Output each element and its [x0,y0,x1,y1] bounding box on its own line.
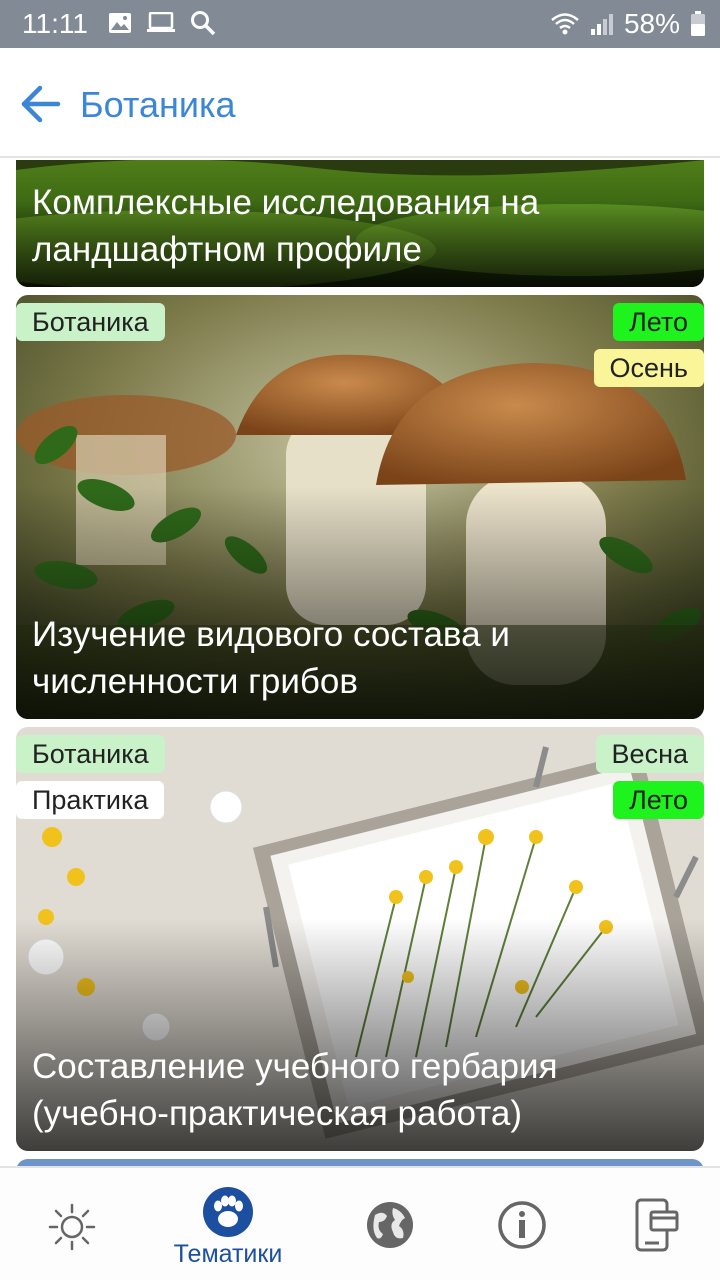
season-tag-summer: Лето [613,781,704,819]
topic-card-landscape[interactable]: Комплексные исследования на ландшафтном … [16,160,704,287]
nav-topics-label: Тематики [173,1240,283,1268]
season-tag-spring: Весна [595,735,704,773]
back-arrow-icon[interactable] [20,84,62,124]
phone-card-icon [635,1198,679,1252]
topic-card-next[interactable] [16,1159,704,1166]
status-notifications [108,10,216,36]
gallery-icon [109,13,131,33]
signal-icon [590,14,613,35]
nav-topics[interactable]: Тематики [156,1168,300,1282]
paw-icon [203,1187,253,1237]
card-title: Составление учебного гербария (учебно-пр… [32,1047,558,1133]
topic-card-herbarium[interactable]: Ботаника Практика Весна Лето Составление… [16,727,704,1151]
topic-list[interactable]: Комплексные исследования на ландшафтном … [0,160,720,1166]
season-tag-autumn: Осень [593,349,704,387]
type-tag-practice: Практика [16,781,165,819]
battery-percent: 58% [623,8,680,39]
status-time: 11:11 [22,8,88,39]
laptop-icon [147,12,175,32]
sun-icon [48,1203,96,1251]
nav-payment[interactable] [584,1168,720,1282]
battery-icon [691,11,705,36]
info-icon [498,1201,546,1249]
globe-icon [367,1202,413,1248]
page-title: Ботаника [80,84,236,125]
category-tag: Ботаника [16,303,165,341]
card-title: Изучение видового состава и численности … [32,615,510,701]
nav-sun[interactable] [0,1168,144,1282]
category-tag: Ботаника [16,735,165,773]
topic-card-mushrooms[interactable]: Ботаника Лето Осень Изучение видового со… [16,295,704,719]
nav-globe[interactable] [318,1168,462,1282]
bottom-nav: Тематики [0,1166,720,1280]
app-bar: Ботаника [0,48,720,158]
search-icon [191,11,216,36]
card-title: Комплексные исследования на ландшафтном … [32,183,540,269]
status-system: 58% [550,8,706,40]
season-tag-summer: Лето [613,303,704,341]
status-bar: 11:11 58% [0,0,720,48]
wifi-icon [551,13,579,35]
nav-info[interactable] [450,1168,594,1282]
